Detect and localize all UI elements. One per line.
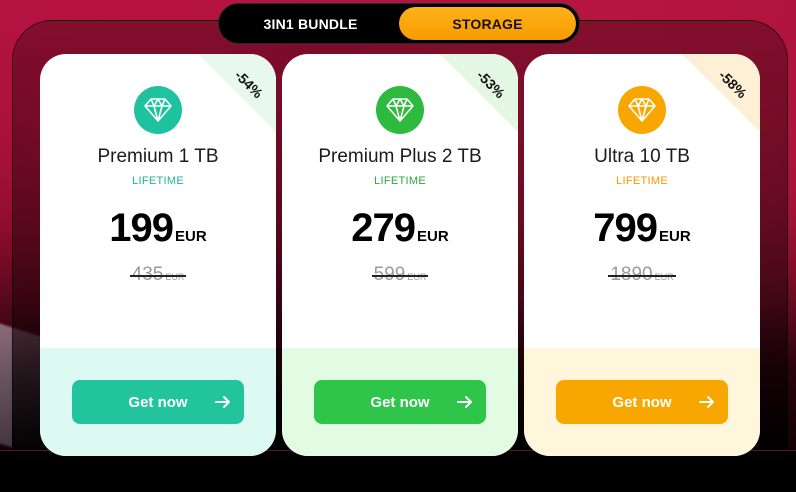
price-currency: EUR: [175, 228, 207, 245]
old-price-currency: EUR: [165, 272, 185, 282]
tab-storage[interactable]: STORAGE: [399, 7, 576, 40]
plan-period: LIFETIME: [616, 175, 668, 187]
arrow-right-icon: [699, 396, 714, 408]
arrow-right-icon: [215, 396, 230, 408]
plan-price: 279 EUR: [282, 206, 518, 251]
get-now-button[interactable]: Get now: [314, 380, 486, 424]
plan-type-switcher: 3IN1 BUNDLE STORAGE: [218, 3, 580, 44]
plan-name: Premium Plus 2 TB: [318, 146, 482, 167]
plan-price: 799 EUR: [524, 206, 760, 251]
diamond-icon: [134, 86, 182, 134]
diamond-icon: [618, 86, 666, 134]
tab-3in1-bundle[interactable]: 3IN1 BUNDLE: [222, 7, 399, 40]
get-now-button[interactable]: Get now: [72, 380, 244, 424]
price-value: 199: [109, 206, 174, 250]
plan-card-ultra-10tb: -58% Ultra 10 TB LIFETIME 799 EUR 1890 EUR…: [524, 54, 760, 456]
get-now-button[interactable]: Get now: [556, 380, 728, 424]
plan-period: LIFETIME: [132, 175, 184, 187]
old-price: 599 EUR: [282, 264, 518, 286]
plan-price: 199 EUR: [40, 206, 276, 251]
panel-floor: [0, 450, 796, 492]
plan-name: Premium 1 TB: [97, 146, 219, 167]
old-price-value: 599: [373, 264, 406, 285]
old-price-value: 435: [131, 264, 164, 285]
old-price-currency: EUR: [654, 272, 674, 282]
old-price-value: 1890: [610, 264, 653, 285]
old-price: 435 EUR: [40, 264, 276, 286]
old-price-currency: EUR: [407, 272, 427, 282]
old-price: 1890 EUR: [524, 264, 760, 286]
arrow-right-icon: [457, 396, 472, 408]
plan-name: Ultra 10 TB: [594, 146, 690, 167]
price-currency: EUR: [659, 228, 691, 245]
plan-card-premium-plus-2tb: -53% Premium Plus 2 TB LIFETIME 279 EUR 5…: [282, 54, 518, 456]
price-currency: EUR: [417, 228, 449, 245]
plan-card-premium-1tb: -54% Premium 1 TB LIFETIME 199 EUR 435 EUR…: [40, 54, 276, 456]
price-value: 799: [593, 206, 658, 250]
price-value: 279: [351, 206, 416, 250]
plan-period: LIFETIME: [374, 175, 426, 187]
diamond-icon: [376, 86, 424, 134]
